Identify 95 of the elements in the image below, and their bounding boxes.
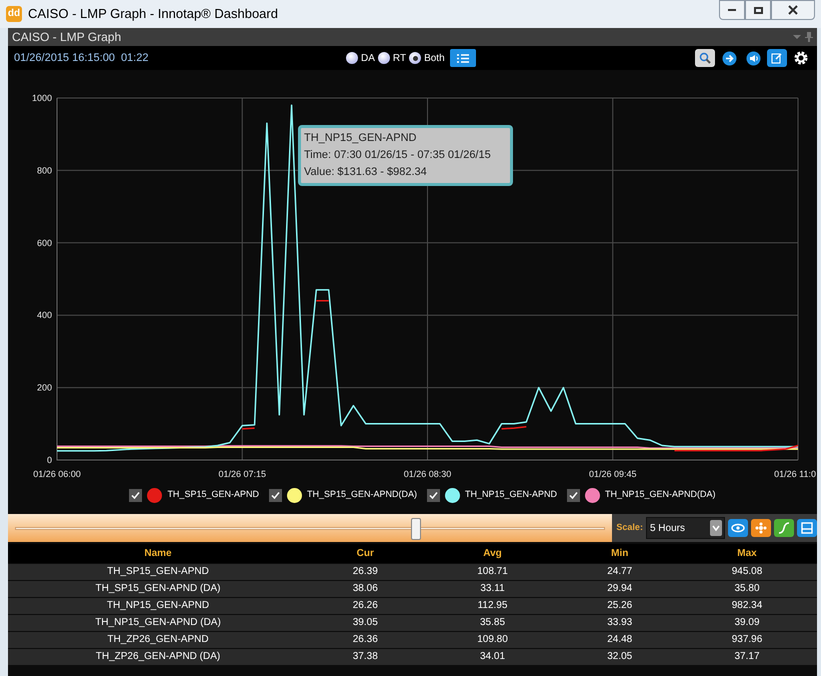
- table-cell: TH_SP15_GEN-APND (DA): [8, 580, 308, 597]
- table-cell: 38.06: [308, 580, 423, 597]
- x-tick-label: 01/26 08:30: [404, 469, 452, 479]
- flower-icon: [755, 522, 767, 534]
- table-cell: 26.36: [308, 631, 423, 648]
- y-tick-label: 400: [36, 310, 52, 320]
- table-cell: 25.26: [562, 597, 677, 614]
- table-cell: 33.11: [422, 580, 562, 597]
- checkbox[interactable]: [567, 488, 580, 502]
- table-cell: 37.17: [677, 648, 817, 665]
- table-cell: 109.80: [422, 631, 562, 648]
- gear-icon: [793, 50, 809, 66]
- list-icon: [456, 54, 469, 62]
- y-tick-label: 800: [36, 165, 52, 176]
- tooltip-value: Value: $131.63 - $982.34: [304, 165, 428, 180]
- table-cell: 24.48: [562, 631, 677, 648]
- column-header: Cur: [308, 544, 423, 563]
- table-cell: 112.95: [422, 597, 562, 614]
- layout-button[interactable]: [797, 519, 817, 537]
- search-icon: [699, 52, 711, 64]
- table-cell: 35.80: [677, 580, 817, 597]
- range-slider[interactable]: [8, 514, 612, 542]
- table-cell: TH_ZP26_GEN-APND: [8, 631, 308, 648]
- table-cell: 945.08: [677, 563, 817, 580]
- legend-label: TH_SP15_GEN-APND(DA): [306, 488, 417, 502]
- panel-title: CAISO - LMP Graph: [12, 29, 122, 46]
- table-cell: 937.96: [677, 631, 817, 648]
- table-cell: 982.34: [677, 597, 817, 614]
- table-cell: 108.71: [422, 563, 562, 580]
- zoom-button[interactable]: [695, 49, 715, 67]
- table-cell: 26.39: [308, 563, 423, 580]
- y-tick-label: 200: [36, 382, 52, 393]
- column-header: Max: [677, 544, 817, 563]
- checkbox[interactable]: [268, 488, 282, 502]
- x-tick-label: 01/26 06:00: [33, 469, 81, 479]
- radio-button[interactable]: [378, 52, 390, 64]
- legend-label: TH_NP15_GEN-APND(DA): [605, 488, 716, 502]
- table-cell: TH_ZP26_GEN-APND (DA): [8, 648, 308, 665]
- table-cell: 35.85: [422, 614, 562, 631]
- curve-icon: [778, 522, 790, 534]
- table-cell: TH_SP15_GEN-APND: [8, 563, 308, 580]
- window-title: CAISO - LMP Graph - Innotap® Dashboard: [28, 5, 278, 24]
- radio-button[interactable]: [346, 52, 358, 64]
- table-cell: 26.26: [308, 597, 423, 614]
- maximize-button[interactable]: [745, 0, 771, 20]
- table-cell: TH_NP15_GEN-APND (DA): [8, 614, 308, 631]
- options-button[interactable]: [751, 519, 771, 537]
- scale-label: Scale:: [616, 521, 643, 534]
- x-tick-label: 01/26 09:45: [588, 469, 637, 479]
- radio-label: DA: [361, 52, 375, 66]
- panel-icon: [801, 522, 813, 534]
- date-time: 01/26/2015 16:15:00: [14, 50, 115, 66]
- y-tick-label: 0: [46, 455, 52, 465]
- table-cell: 34.01: [422, 648, 562, 665]
- column-header: Min: [562, 544, 677, 563]
- radio-button[interactable]: [409, 52, 422, 64]
- close-button[interactable]: [771, 0, 815, 20]
- table-cell: 32.05: [562, 648, 677, 665]
- line-button[interactable]: [774, 519, 794, 537]
- table-cell: 24.77: [562, 563, 677, 580]
- speaker-icon: [746, 50, 760, 66]
- y-tick-label: 1000: [32, 93, 52, 103]
- table-cell: 39.05: [308, 614, 423, 631]
- table-cell: 39.09: [677, 614, 817, 631]
- column-header: Avg: [422, 544, 562, 563]
- x-tick-label: 01/26 11:0: [774, 469, 816, 479]
- tooltip-title: TH_NP15_GEN-APND: [304, 131, 418, 146]
- edit-icon: [771, 52, 783, 64]
- caret-icon: [710, 520, 722, 536]
- x-tick-label: 01/26 07:15: [218, 469, 266, 479]
- scale-select[interactable]: 5 Hours: [646, 517, 725, 539]
- eye-icon: [731, 523, 745, 533]
- elapsed-time: 01:22: [120, 50, 148, 66]
- app-icon: dd: [6, 6, 22, 22]
- pin-icon[interactable]: [805, 32, 813, 42]
- checkbox[interactable]: [129, 488, 142, 502]
- close-icon: [788, 5, 798, 15]
- legend-label: TH_NP15_GEN-APND: [465, 488, 558, 502]
- table-cell: 33.93: [562, 614, 677, 631]
- dropdown-icon[interactable]: [793, 34, 801, 40]
- edit-button[interactable]: [767, 49, 787, 67]
- y-tick-label: 600: [36, 238, 52, 248]
- table-cell: TH_NP15_GEN-APND: [8, 597, 308, 614]
- slider-thumb[interactable]: [411, 518, 422, 540]
- table-cell: 29.94: [562, 580, 677, 597]
- table-cell: 37.38: [308, 648, 423, 665]
- legend-label: TH_SP15_GEN-APND: [167, 488, 259, 502]
- view-button[interactable]: [728, 519, 748, 537]
- list-button[interactable]: [450, 49, 476, 67]
- minimize-button[interactable]: [719, 0, 745, 20]
- column-header: Name: [8, 544, 308, 563]
- radio-label: Both: [424, 52, 445, 66]
- checkbox[interactable]: [427, 488, 440, 502]
- tooltip-time: Time: 07:30 01/26/15 - 07:35 01/26/15: [304, 148, 492, 163]
- radio-label: RT: [392, 52, 406, 66]
